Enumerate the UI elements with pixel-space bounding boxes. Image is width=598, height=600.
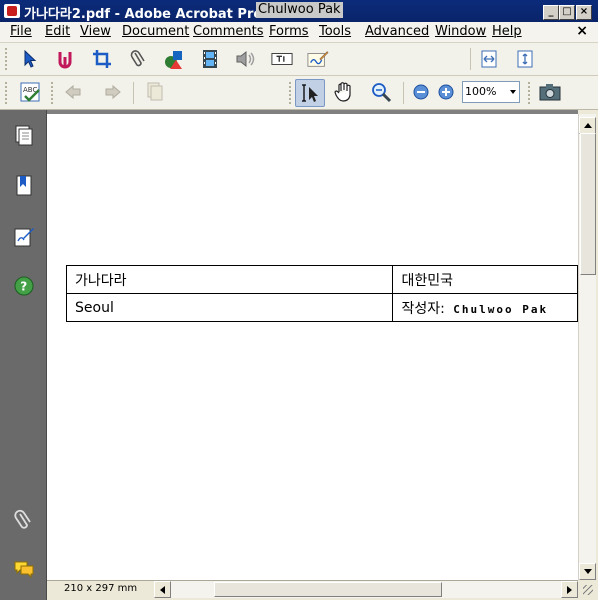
hand-tool-icon[interactable] — [333, 81, 355, 103]
table-cell: 대한민국 — [392, 265, 578, 294]
author-cell: 작성자: Chulwoo Pak — [392, 293, 578, 322]
zoom-level-field[interactable] — [462, 81, 520, 103]
zoom-in-icon[interactable] — [435, 81, 457, 103]
svg-text:?: ? — [20, 280, 27, 294]
vertical-scrollbar[interactable] — [578, 114, 596, 580]
acrobat-app-icon — [4, 4, 20, 18]
toolbar-grip[interactable] — [51, 82, 56, 104]
toolbar-separator — [403, 82, 404, 104]
toolbar-separator — [470, 48, 471, 70]
resize-grip[interactable] — [578, 580, 595, 597]
fit-width-icon[interactable] — [478, 48, 500, 70]
text-field-icon[interactable] — [271, 48, 293, 70]
close-button[interactable]: × — [576, 5, 592, 20]
menu-view[interactable]: View — [80, 24, 111, 39]
arrow-up-icon — [583, 123, 592, 128]
menu-file[interactable]: File — [10, 24, 32, 39]
next-view-icon[interactable] — [101, 81, 123, 103]
spellcheck-icon[interactable]: ABC — [20, 81, 42, 103]
3d-shapes-icon[interactable] — [163, 48, 185, 70]
select-text-tool-icon[interactable] — [295, 79, 325, 107]
toolbar-tools — [0, 43, 598, 111]
resize-grip-icon — [583, 585, 593, 595]
menu-comments[interactable]: Comments — [193, 24, 263, 39]
scroll-right-button[interactable] — [561, 581, 578, 598]
bookmarks-panel-icon[interactable] — [12, 174, 36, 198]
menu-edit[interactable]: Edit — [45, 24, 70, 39]
vertical-scroll-thumb[interactable] — [580, 133, 596, 275]
comments-panel-icon[interactable] — [12, 557, 36, 581]
toolbar-separator — [133, 82, 134, 104]
scroll-up-button[interactable] — [579, 117, 596, 134]
menu-bar: File Edit View Document Comments Forms T… — [0, 22, 598, 43]
table-cell: 가나다라 — [65, 265, 394, 294]
crop-icon[interactable] — [91, 48, 113, 70]
title-bar: 가나다라2.pdf - Adobe Acrobat Profes Chulwoo… — [0, 0, 598, 22]
menu-help[interactable]: Help — [492, 24, 522, 39]
arrow-right-icon — [567, 585, 572, 594]
navigation-pane: ? — [0, 110, 47, 600]
toolbar-grip[interactable] — [289, 82, 294, 104]
maximize-button[interactable]: □ — [559, 5, 575, 20]
toolbar-grip[interactable] — [5, 82, 10, 104]
horizontal-scroll-thumb[interactable] — [214, 582, 442, 597]
speaker-icon[interactable] — [235, 48, 257, 70]
pages-icon[interactable] — [144, 81, 166, 103]
minimize-button[interactable]: _ — [543, 5, 559, 20]
toolbar-grip[interactable] — [528, 82, 533, 104]
attachments-panel-icon[interactable] — [12, 508, 36, 532]
menu-advanced[interactable]: Advanced — [365, 24, 429, 39]
scroll-left-button[interactable] — [154, 581, 171, 598]
status-bar: 210 x 297 mm — [47, 580, 595, 598]
zoom-tool-icon[interactable] — [370, 81, 392, 103]
zoom-dropdown-arrow-icon[interactable] — [510, 90, 516, 94]
snapshot-camera-icon[interactable] — [539, 81, 561, 103]
sign-icon[interactable] — [307, 48, 329, 70]
toolbar-grip[interactable] — [5, 48, 10, 70]
toolbar-navigation: ABC — [0, 76, 598, 110]
menu-document[interactable]: Document — [122, 24, 189, 39]
select-arrow-icon[interactable] — [19, 48, 41, 70]
arrow-left-icon — [160, 585, 165, 594]
zoom-input[interactable] — [463, 82, 505, 100]
pdf-page: 가나다라 대한민국 Seoul 작성자: Chulwoo Pak — [47, 114, 578, 580]
menu-window[interactable]: Window — [435, 24, 486, 39]
scroll-down-button[interactable] — [579, 563, 596, 580]
pages-panel-icon[interactable] — [12, 124, 36, 148]
zoom-out-icon[interactable] — [410, 81, 432, 103]
author-label: 작성자: — [401, 300, 445, 317]
film-icon[interactable] — [199, 48, 221, 70]
signatures-panel-icon[interactable] — [12, 224, 36, 248]
paperclip-icon[interactable] — [127, 48, 149, 70]
window-title: 가나다라2.pdf - Adobe Acrobat Profes — [24, 7, 285, 22]
table-row: Seoul 작성자: Chulwoo Pak — [65, 293, 578, 322]
menu-forms[interactable]: Forms — [269, 24, 309, 39]
menu-tools[interactable]: Tools — [319, 24, 351, 39]
table-row: 가나다라 대한민국 — [65, 265, 578, 294]
document-close-button[interactable]: × — [576, 23, 588, 39]
author-signature: Chulwoo Pak — [453, 302, 549, 316]
author-overlay-label: Chulwoo Pak — [256, 2, 343, 18]
previous-view-icon[interactable] — [63, 81, 85, 103]
document-table: 가나다라 대한민국 Seoul 작성자: Chulwoo Pak — [65, 265, 578, 322]
link-tool-icon[interactable] — [55, 48, 77, 70]
table-cell: Seoul — [65, 293, 394, 322]
fit-page-icon[interactable] — [514, 48, 536, 70]
horizontal-scrollbar[interactable] — [154, 581, 578, 598]
page-size-label: 210 x 297 mm — [64, 583, 138, 594]
arrow-down-icon — [583, 569, 592, 574]
help-icon[interactable]: ? — [12, 274, 36, 298]
